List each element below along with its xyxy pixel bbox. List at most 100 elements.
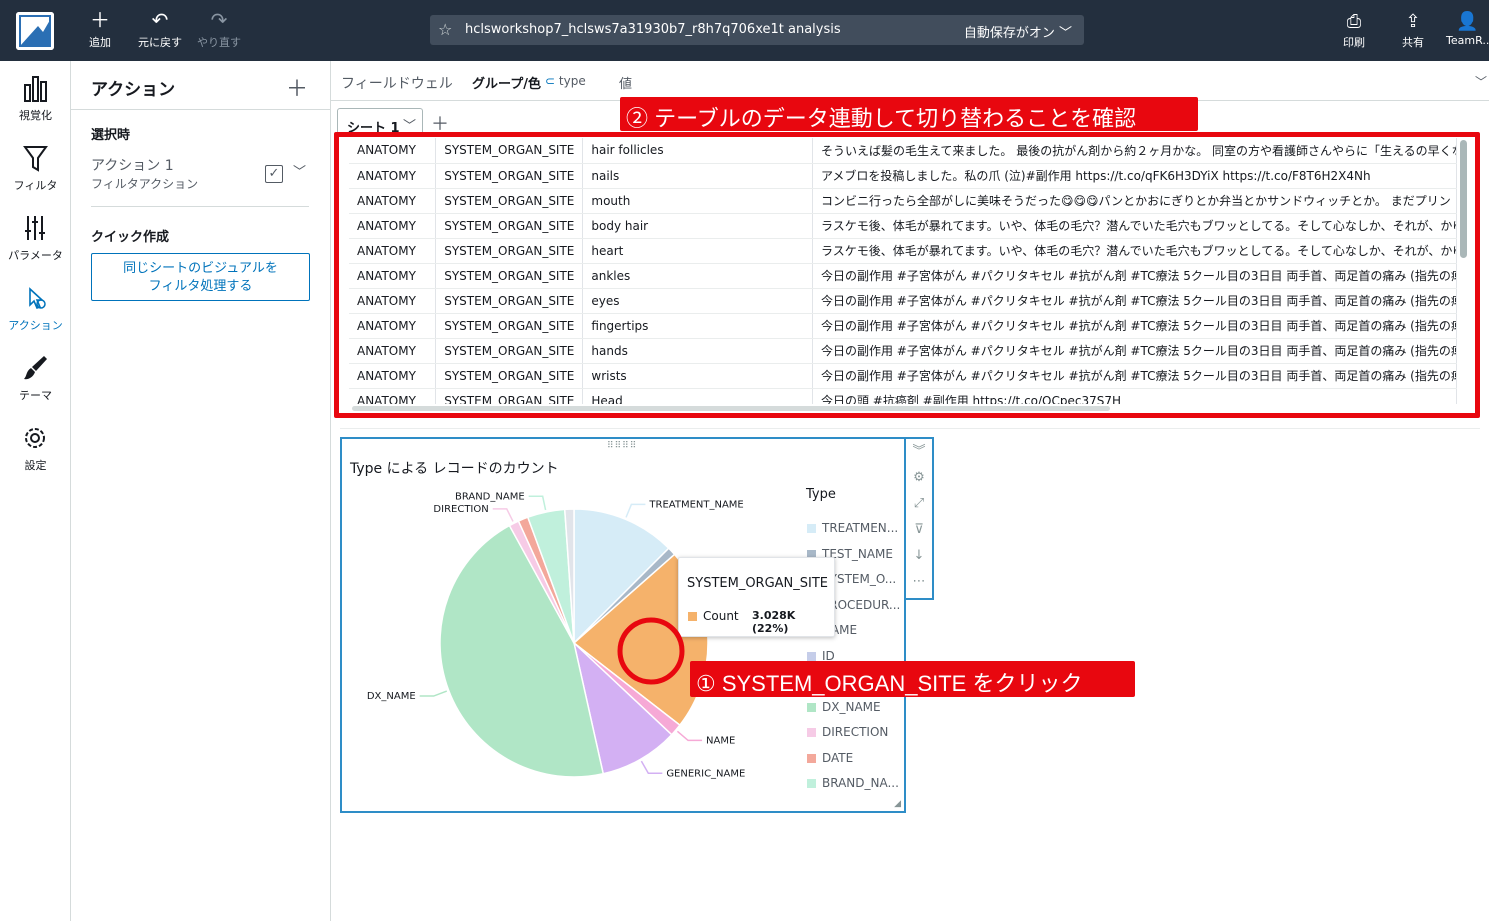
add-action-button[interactable]: ＋ [286,71,308,103]
legend-label: DX_NAME [822,699,881,714]
on-select-heading: 選択時 [91,128,131,143]
filter-icon[interactable]: ⊽ [906,517,932,543]
user-label: TeamR... [1446,34,1489,47]
more-options-icon[interactable]: ⋯ [906,569,932,595]
paintbrush-icon [24,356,47,380]
expand-icon[interactable]: ⤢ [906,491,932,517]
legend-swatch [807,651,816,661]
legend-item[interactable]: DX_NAME [807,700,881,714]
favorite-star-icon[interactable]: ☆ [438,20,452,39]
actions-panel: アクション ＋ 選択時 アクション 1 フィルタアクション ✓ ﹀ クイック作成… [71,61,331,921]
leader-line [419,690,448,697]
table-highlight-box [334,132,1480,418]
leader-line [528,495,547,511]
share-icon: ⇪ [1405,11,1421,32]
share-button[interactable]: ⇪ 共有 [1397,10,1429,50]
autosave-dropdown[interactable]: 自動保存がオン ﹀ [964,22,1072,41]
pie-chart[interactable]: TREATMENT_NAME BRAND_NAME DIRECTION DX_NAME… [342,479,782,809]
user-icon: 👤 [1456,11,1479,32]
action-type: フィルタアクション [91,177,199,191]
slice-label: TREATMENT_NAME [648,499,743,510]
group-color-label: グループ/色 [472,77,541,92]
slice-label: DX_NAME [367,691,416,702]
add-label: 追加 [89,36,111,49]
rail-label-visualize: 視覚化 [19,109,52,122]
legend-item[interactable]: DATE [807,751,853,765]
legend-swatch [807,702,816,712]
download-icon[interactable]: ↓ [906,543,932,569]
filter-same-sheet-button[interactable]: 同じシートのビジュアルを フィルタ処理する [91,253,310,301]
bar-chart-icon [24,76,47,102]
rail-item-settings[interactable]: 設定 [0,423,71,473]
quicksight-logo[interactable] [16,12,54,50]
rail-item-filter[interactable]: フィルタ [0,143,71,193]
value-well-label: 値 [619,77,633,92]
action-enabled-checkbox[interactable]: ✓ [265,165,283,183]
rail-item-themes[interactable]: テーマ [0,353,71,403]
print-button[interactable]: ⎙ 印刷 [1338,10,1370,50]
undo-label: 元に戻す [138,36,182,49]
leader-line [492,508,514,522]
analysis-title[interactable]: hclsworkshop7_hclsws7a31930b7_r8h7q706xe… [465,22,841,37]
share-label: 共有 [1402,36,1424,49]
autosave-label: 自動保存がオン [963,26,1055,41]
legend-item[interactable]: DIRECTION [807,725,888,739]
rail-label-actions: アクション [8,319,63,332]
divider [71,109,331,110]
rail-label-settings: 設定 [24,459,47,472]
legend-label: TREATMEN... [822,521,899,535]
action-expand-chevron-icon[interactable]: ﹀ [293,161,306,180]
add-button[interactable]: ＋ 追加 [68,8,132,50]
rail-item-visualize[interactable]: 視覚化 [0,73,71,123]
drag-handle[interactable]: ⠿⠿⠿⠿ [607,441,637,451]
chevron-down-icon: ﹀ [1058,26,1072,41]
legend-swatch [807,728,816,737]
user-menu[interactable]: 👤 TeamR... [1446,10,1489,47]
pointer-click-icon [29,287,46,309]
dimension-icon: ⊂ [545,74,556,88]
rail-item-parameters[interactable]: パラメータ [0,213,71,263]
leader-line [676,730,703,742]
action-name[interactable]: アクション 1 [91,155,174,175]
expand-wells-chevron-icon[interactable]: ﹀ [1475,73,1487,90]
undo-button[interactable]: ↶ 元に戻す [128,8,192,50]
slice-label: GENERIC_NAME [666,768,745,779]
legend-title: Type [806,487,836,502]
quick-create-heading: クイック作成 [91,230,170,245]
left-navigation-rail: 視覚化 フィルタ パラメータ アクション テーマ 設定 [0,61,71,921]
legend-item[interactable]: TREATMEN... [807,521,898,535]
click-highlight-circle [617,617,685,685]
tooltip-title: SYSTEM_ORGAN_SITE [687,576,829,591]
slice-label: BRAND_NAME [455,491,525,502]
tooltip-value: 3.028K (22%) [752,609,796,635]
type-field-pill[interactable]: ⊂ type [545,74,586,88]
legend-swatch [807,524,816,533]
analysis-title-box[interactable]: ☆ hclsworkshop7_hclsws7a31930b7_r8h7q706… [430,15,1084,45]
redo-label: やり直す [197,36,241,49]
tooltip-measure: Count [703,609,739,623]
table-annotation: ② テーブルのデータ連動して切り替わることを確認 [620,97,1198,131]
legend-item[interactable]: BRAND_NA... [807,776,899,790]
legend-label: BRAND_NA... [822,776,899,790]
settings-gear-icon[interactable]: ⚙ [906,465,932,491]
rail-label-parameters: パラメータ [8,249,63,262]
undo-icon: ↶ [151,8,169,32]
plus-icon: ＋ [90,8,110,32]
leader-line [640,760,663,775]
redo-icon: ↷ [210,8,228,32]
legend-label: DIRECTION [822,725,889,739]
chart-title: Type による レコードのカウント [350,461,559,477]
resize-handle[interactable]: ◢ [894,799,901,809]
rail-label-themes: テーマ [19,389,52,402]
top-navigation-bar: ＋ 追加 ↶ 元に戻す ↷ やり直す ☆ hclsworkshop7_hclsw… [0,0,1489,61]
leader-line [625,503,646,518]
divider [340,428,1480,429]
visual-toolbar: ︾ ⚙ ⤢ ⊽ ↓ ⋯ [904,437,934,600]
field-wells-bar[interactable]: フィールドウェル グループ/色 ⊂ type 値 ﹀ [331,61,1489,101]
field-wells-label[interactable]: フィールドウェル [341,73,453,93]
legend-label: DATE [822,750,854,765]
redo-button[interactable]: ↷ やり直す [187,8,251,50]
collapse-icon[interactable]: ︾ [906,439,932,465]
rail-item-actions[interactable]: アクション [0,283,71,333]
filter-same-sheet-label: 同じシートのビジュアルを フィルタ処理する [123,261,278,294]
